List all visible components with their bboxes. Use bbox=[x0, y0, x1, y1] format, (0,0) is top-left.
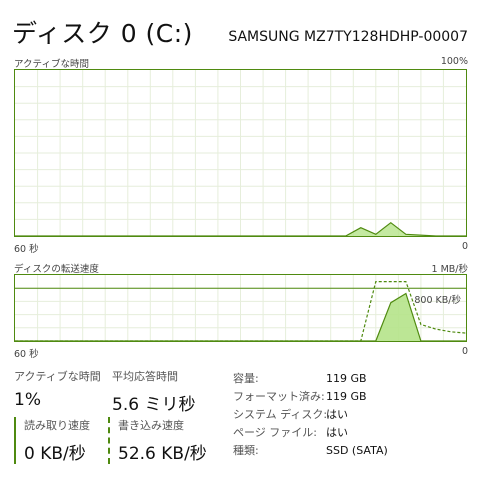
write-speed-stat: 書き込み速度 52.6 KB/秒 bbox=[108, 417, 207, 464]
property-row: 種類: SSD (SATA) bbox=[233, 441, 388, 459]
property-row: システム ディスク: はい bbox=[233, 405, 388, 423]
property-row: フォーマット済み: 119 GB bbox=[233, 387, 388, 405]
transfer-chart-mid: 800 KB/秒 bbox=[414, 295, 461, 306]
read-speed-stat: 読み取り速度 0 KB/秒 bbox=[14, 417, 90, 464]
property-key: ページ ファイル: bbox=[233, 426, 317, 439]
disk-model: SAMSUNG MZ7TY128HDHP-00007 bbox=[228, 29, 468, 45]
write-speed-label: 書き込み速度 bbox=[118, 419, 184, 432]
transfer-chart-max: 1 MB/秒 bbox=[431, 264, 468, 275]
active-time-chart bbox=[14, 69, 467, 237]
transfer-chart-min: 0 bbox=[461, 346, 468, 357]
page-title: ディスク 0 (C:) bbox=[12, 19, 193, 48]
property-value: 119 GB bbox=[326, 371, 367, 385]
property-row: 容量: 119 GB bbox=[233, 369, 388, 387]
property-value: SSD (SATA) bbox=[326, 443, 388, 457]
property-key: 容量: bbox=[233, 372, 259, 385]
read-speed-label: 読み取り速度 bbox=[24, 419, 90, 432]
write-speed-value: 52.6 KB/秒 bbox=[118, 444, 207, 464]
property-key: 種類: bbox=[233, 444, 259, 457]
transfer-chart-title: ディスクの転送速度 bbox=[14, 264, 99, 275]
active-chart-title: アクティブな時間 bbox=[14, 59, 89, 70]
property-value: 119 GB bbox=[326, 389, 367, 403]
active-chart-time: 60 秒 bbox=[14, 244, 39, 255]
active-time-label: アクティブな時間 bbox=[14, 370, 101, 383]
property-key: フォーマット済み: bbox=[233, 390, 325, 403]
transfer-chart-time: 60 秒 bbox=[14, 349, 39, 360]
response-time-stat: 平均応答時間 5.6 ミリ秒 bbox=[112, 368, 195, 415]
active-chart-max: 100% bbox=[440, 56, 468, 67]
transfer-rate-svg bbox=[15, 275, 466, 341]
active-time-stat: アクティブな時間 1% bbox=[14, 368, 101, 410]
property-value: はい bbox=[326, 408, 348, 421]
active-time-svg bbox=[15, 70, 466, 236]
active-time-value: 1% bbox=[14, 390, 41, 410]
active-chart-min: 0 bbox=[461, 241, 468, 252]
transfer-rate-chart: 800 KB/秒 bbox=[14, 274, 467, 342]
response-time-label: 平均応答時間 bbox=[112, 370, 178, 383]
property-key: システム ディスク: bbox=[233, 408, 328, 421]
response-time-value: 5.6 ミリ秒 bbox=[112, 395, 196, 415]
property-row: ページ ファイル: はい bbox=[233, 423, 388, 441]
property-value: はい bbox=[326, 426, 348, 439]
disk-properties: 容量: 119 GB フォーマット済み: 119 GB システム ディスク: は… bbox=[233, 369, 388, 459]
read-speed-value: 0 KB/秒 bbox=[24, 444, 86, 464]
